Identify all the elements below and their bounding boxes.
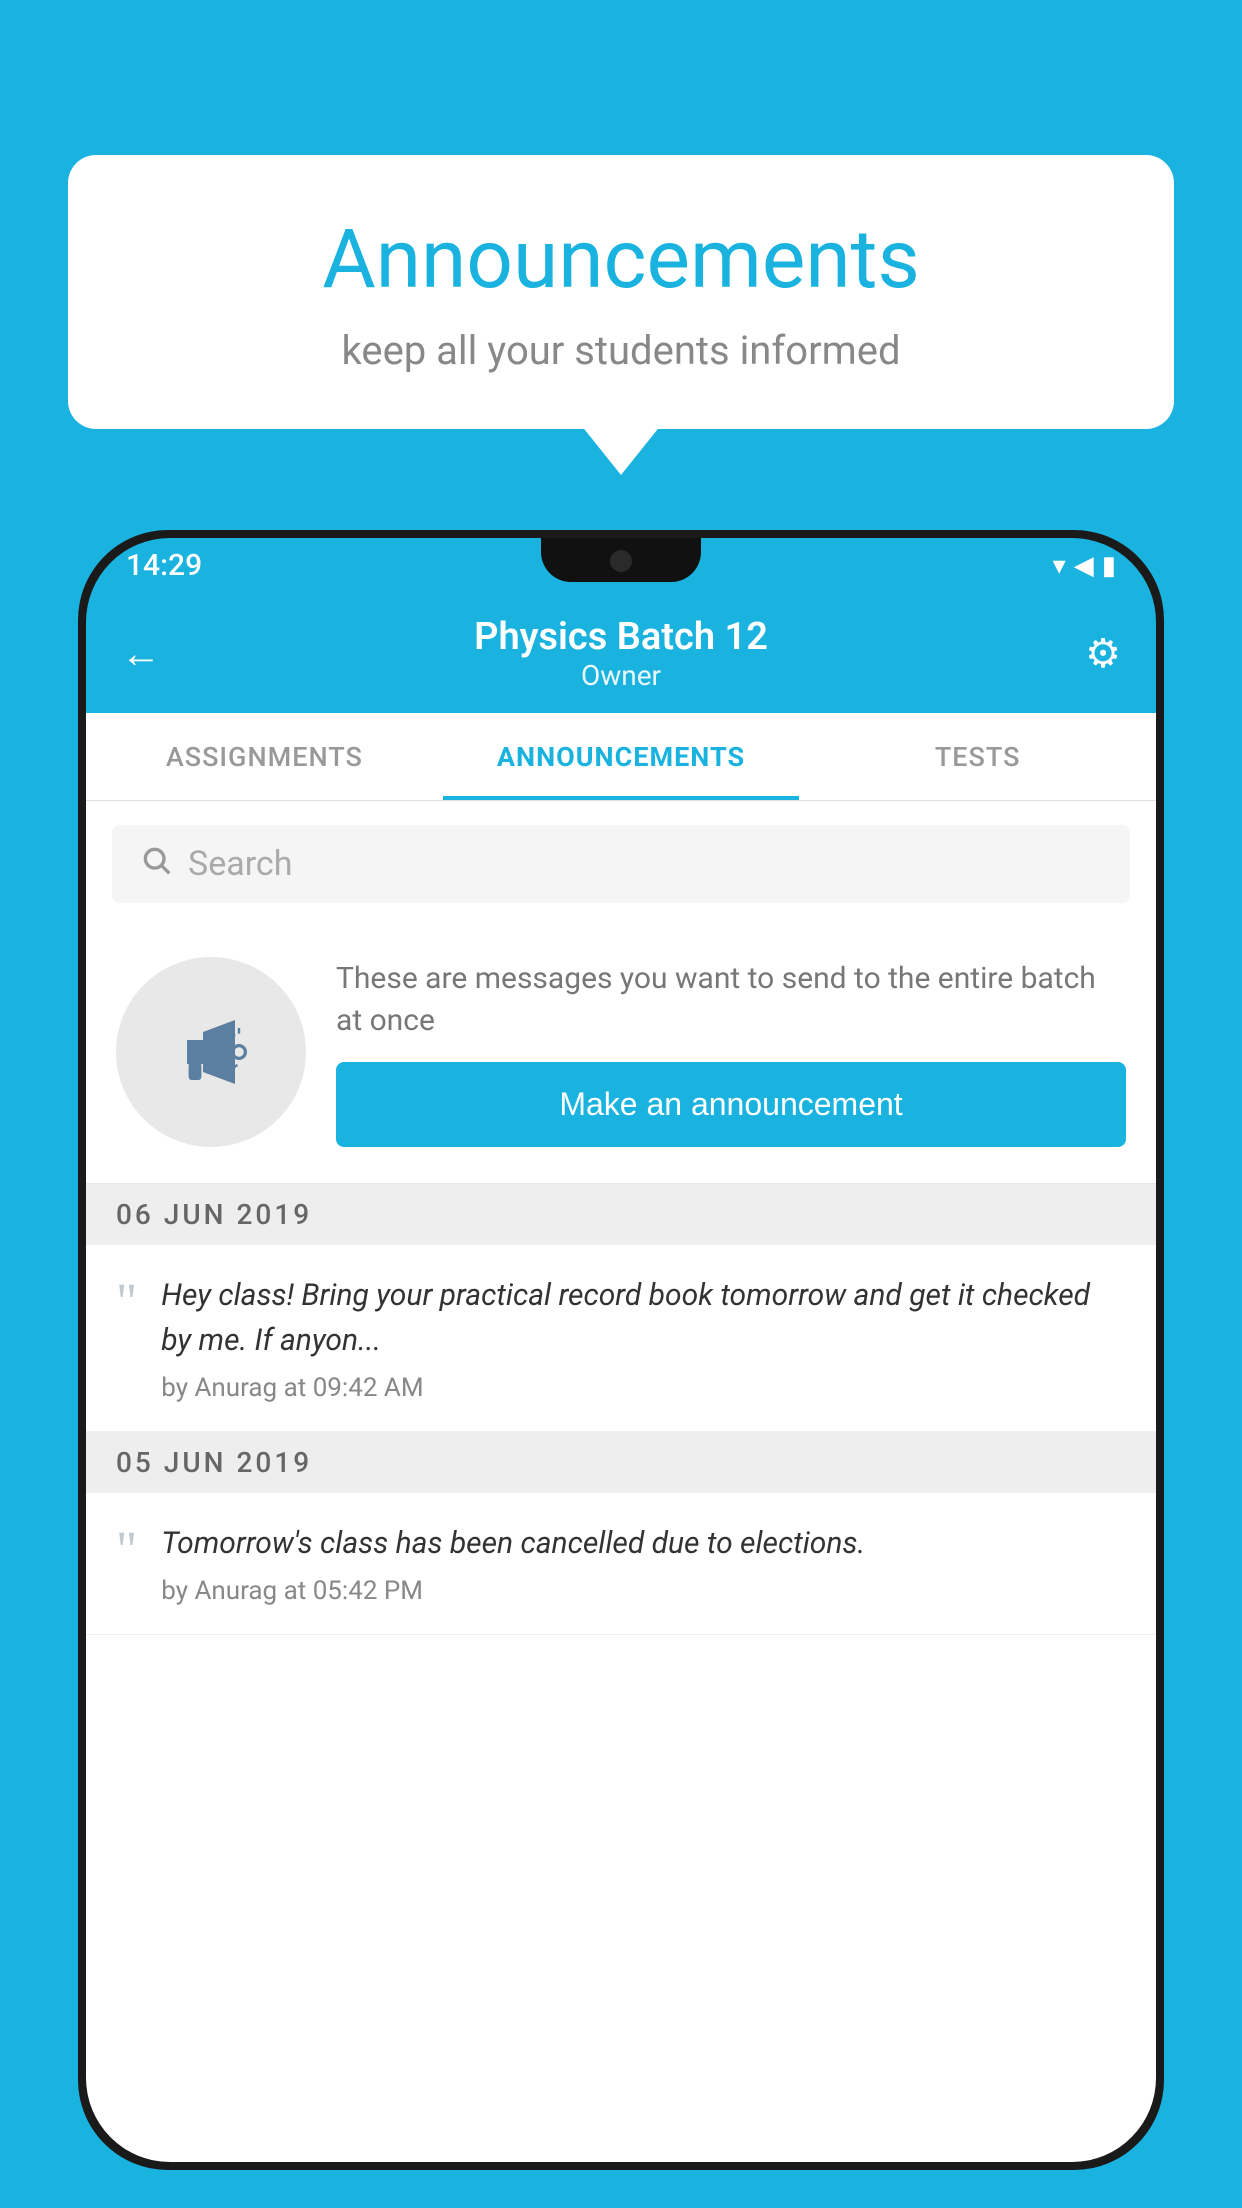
announcement-meta-1: by Anurag at 09:42 AM: [161, 1373, 1126, 1403]
status-time: 14:29: [126, 548, 202, 583]
quote-icon-2: ": [116, 1525, 137, 1577]
tab-bar: ASSIGNMENTS ANNOUNCEMENTS TESTS: [86, 713, 1156, 801]
tab-assignments[interactable]: ASSIGNMENTS: [86, 713, 443, 800]
tab-announcements[interactable]: ANNOUNCEMENTS: [443, 713, 800, 800]
speech-bubble-card: Announcements keep all your students inf…: [68, 155, 1174, 429]
announcement-text-block-2: Tomorrow's class has been cancelled due …: [161, 1521, 1126, 1606]
search-icon: [140, 843, 172, 885]
user-role: Owner: [474, 659, 768, 692]
back-button[interactable]: ←: [121, 630, 161, 677]
tab-tests[interactable]: TESTS: [799, 713, 1156, 800]
signal-icon: ◀: [1074, 551, 1094, 581]
date-separator-2: 05 JUN 2019: [86, 1432, 1156, 1493]
make-announcement-button[interactable]: Make an announcement: [336, 1062, 1126, 1147]
promo-description: These are messages you want to send to t…: [336, 958, 1126, 1042]
search-bar[interactable]: Search: [112, 825, 1130, 903]
speech-bubble-title: Announcements: [128, 215, 1114, 305]
search-placeholder: Search: [188, 844, 292, 884]
promo-icon-circle: [116, 957, 306, 1147]
speech-bubble-section: Announcements keep all your students inf…: [68, 155, 1174, 429]
promo-right: These are messages you want to send to t…: [336, 958, 1126, 1147]
status-icons: ▾ ◀ ▮: [1053, 551, 1116, 581]
app-content: Search: [86, 801, 1156, 2162]
announcement-text-1: Hey class! Bring your practical record b…: [161, 1273, 1126, 1363]
date-separator-1: 06 JUN 2019: [86, 1184, 1156, 1245]
app-header: ← Physics Batch 12 Owner ⚙: [86, 593, 1156, 713]
phone-inner: 14:29 ▾ ◀ ▮ ← Physics Batch 12 Owner ⚙ A…: [86, 538, 1156, 2162]
announcement-text-2: Tomorrow's class has been cancelled due …: [161, 1521, 1126, 1566]
batch-title: Physics Batch 12: [474, 615, 768, 659]
announcement-meta-2: by Anurag at 05:42 PM: [161, 1576, 1126, 1606]
announcement-item-2: " Tomorrow's class has been cancelled du…: [86, 1493, 1156, 1635]
announcement-item-1: " Hey class! Bring your practical record…: [86, 1245, 1156, 1432]
front-camera: [610, 550, 632, 572]
phone-frame: 14:29 ▾ ◀ ▮ ← Physics Batch 12 Owner ⚙ A…: [78, 530, 1164, 2170]
battery-icon: ▮: [1102, 551, 1116, 581]
announcement-text-block-1: Hey class! Bring your practical record b…: [161, 1273, 1126, 1403]
phone-notch: [541, 538, 701, 582]
promo-block: These are messages you want to send to t…: [86, 927, 1156, 1184]
header-title-block: Physics Batch 12 Owner: [474, 615, 768, 692]
quote-icon-1: ": [116, 1277, 137, 1329]
speech-bubble-subtitle: keep all your students informed: [128, 327, 1114, 374]
settings-icon[interactable]: ⚙: [1085, 630, 1121, 677]
wifi-icon: ▾: [1053, 551, 1066, 581]
